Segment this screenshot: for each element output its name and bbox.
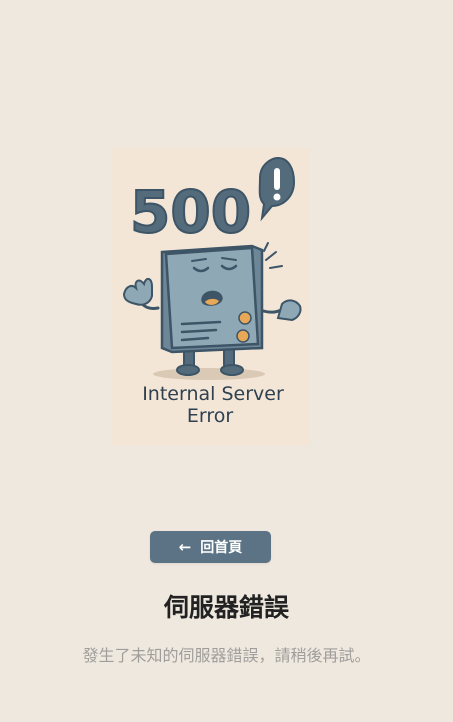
stress-lines-icon <box>263 242 283 269</box>
server-body <box>160 244 264 354</box>
error-description: 發生了未知的伺服器錯誤，請稍後再試。 <box>82 646 371 665</box>
illustration-caption-line1: Internal Server <box>142 383 284 405</box>
error-code-text: 500 <box>130 178 251 246</box>
arrow-left-icon: ← <box>178 537 192 556</box>
exclamation-bubble-icon <box>258 156 296 222</box>
back-to-home-label: 回首頁 <box>200 540 243 556</box>
back-to-home-button[interactable]: ← 回首頁 <box>150 531 271 563</box>
illustration-caption-line2: Error <box>187 405 234 427</box>
page-title: 伺服器錯誤 <box>163 593 289 622</box>
broken-server-illustration: 500 Internal Server Error <box>122 156 302 427</box>
error-illustration: 500 Internal Server Error <box>112 148 310 446</box>
